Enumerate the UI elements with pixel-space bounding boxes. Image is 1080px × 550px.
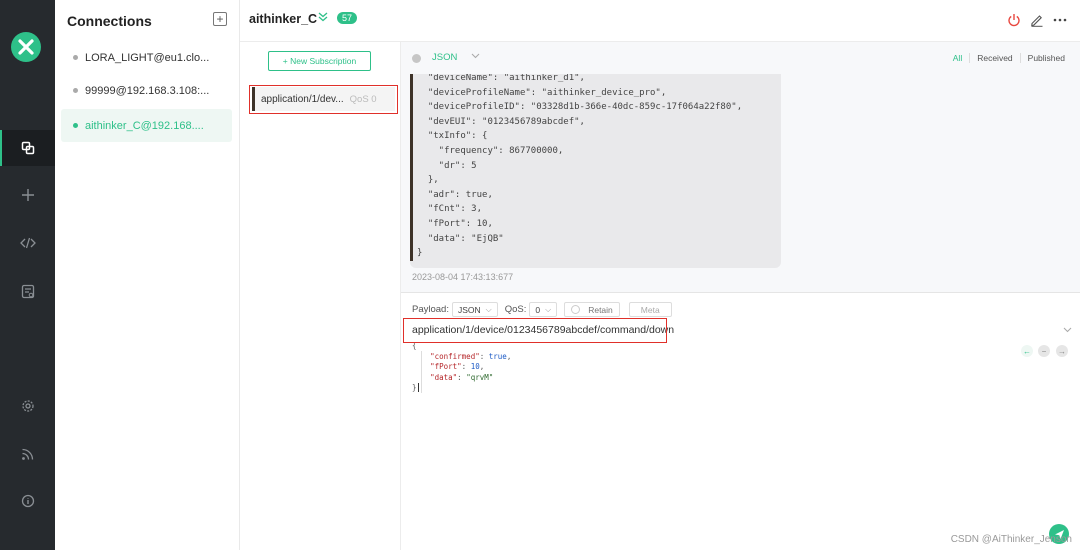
received-message: "deviceName": "aithinker_d1", "devicePro… [410, 74, 781, 268]
connection-item-active[interactable]: aithinker_C@192.168.... [61, 109, 232, 142]
filter-published[interactable]: Published [1019, 53, 1072, 63]
messages-toolbar: JSON All Received Published [401, 42, 1080, 74]
messages-area: "deviceName": "aithinker_d1", "devicePro… [401, 42, 1080, 292]
log-nav-button[interactable] [0, 273, 55, 309]
filter-received[interactable]: Received [969, 53, 1019, 63]
next-history-icon[interactable]: → [1056, 345, 1068, 357]
about-icon [21, 494, 34, 508]
publish-panel: Payload: JSON ⌵ QoS: 0 ⌵ Retain Meta app… [401, 292, 1080, 550]
connections-nav-button[interactable] [0, 130, 55, 166]
editor-line: "fPort": 10, [430, 362, 485, 371]
editor-line: "data": "qrvM" [430, 372, 494, 382]
connection-label: LORA_LIGHT@eu1.clo... [85, 51, 210, 64]
rss-icon [21, 448, 33, 460]
payload-format-value: JSON [457, 304, 481, 315]
publish-topic-input[interactable]: application/1/device/0123456789abcdef/co… [412, 324, 674, 336]
payload-value: 10 [470, 362, 480, 371]
publish-options: Payload: JSON ⌵ QoS: 0 ⌵ Retain Meta [412, 302, 672, 317]
connection-label: aithinker_C@192.168.... [85, 119, 204, 132]
send-icon[interactable] [1049, 524, 1069, 544]
status-dot-icon [73, 88, 78, 93]
payload-key: "data" [430, 372, 458, 382]
message-filter: All Received Published [946, 53, 1072, 63]
connections-icon [21, 141, 34, 155]
side-rail [0, 0, 55, 550]
payload-key: "confirmed" [430, 351, 480, 361]
message-body: "deviceName": "aithinker_d1", "devicePro… [417, 74, 743, 259]
status-dot-icon [412, 54, 421, 63]
new-connection-icon [21, 189, 34, 201]
chevron-down-icon: ⌵ [545, 304, 552, 314]
settings-icon [21, 400, 34, 412]
status-dot-icon [73, 55, 78, 60]
script-nav-button[interactable] [0, 225, 55, 261]
brace-open: { [412, 341, 417, 350]
subscription-item[interactable]: application/1/dev... QoS 0 [252, 87, 395, 111]
editor-guide [421, 351, 422, 393]
subscription-topic: application/1/dev... [261, 93, 344, 105]
qos-label: QoS: [504, 304, 527, 315]
qos-value: 0 [535, 304, 541, 315]
editor-line: } [412, 383, 1012, 394]
meta-button[interactable]: Meta [628, 302, 672, 317]
collapse-chevron-icon[interactable] [318, 12, 328, 25]
chevron-down-icon[interactable] [1063, 325, 1072, 337]
editor-line: "confirmed": true, [430, 351, 512, 361]
message-count-badge: 57 [337, 12, 358, 24]
editor-line: { [412, 341, 1012, 352]
log-icon [21, 284, 34, 298]
new-connection-nav-button[interactable] [0, 177, 55, 213]
payload-label: Payload: [412, 304, 449, 315]
connections-title: Connections [67, 13, 152, 29]
filter-all[interactable]: All [946, 53, 969, 63]
more-icon[interactable] [1052, 12, 1068, 28]
previous-history-icon[interactable]: ← [1021, 345, 1033, 357]
about-nav-button[interactable] [0, 483, 55, 519]
disconnect-icon[interactable] [1006, 12, 1022, 28]
message-timestamp: 2023-08-04 17:43:13:677 [412, 272, 514, 282]
payload-value: true [488, 351, 507, 361]
subscriptions-panel: + New Subscription application/1/dev... … [240, 42, 401, 550]
connection-item[interactable]: 99999@192.168.3.108:... [61, 74, 232, 107]
connection-label: 99999@192.168.3.108:... [85, 84, 210, 97]
message-accent-bar [410, 74, 413, 261]
connection-header: aithinker_C 57 [240, 0, 1080, 42]
status-dot-icon [73, 123, 78, 128]
chevron-down-icon: ⌵ [485, 304, 492, 314]
payload-key: "fPort" [430, 362, 462, 371]
mqttx-window: Connections + LORA_LIGHT@eu1.clo... 9999… [0, 0, 1080, 550]
connections-panel: Connections + LORA_LIGHT@eu1.clo... 9999… [55, 0, 240, 550]
edit-icon[interactable] [1029, 12, 1045, 28]
chevron-down-icon[interactable] [471, 51, 480, 63]
script-icon [19, 237, 36, 249]
checkbox-icon [571, 305, 581, 314]
format-select[interactable]: JSON [432, 52, 457, 63]
connection-item[interactable]: LORA_LIGHT@eu1.clo... [61, 41, 232, 74]
logo-icon [11, 32, 41, 62]
subscription-qos: QoS 0 [349, 93, 377, 105]
payload-editor[interactable]: { "confirmed": true, "fPort": 10, "data"… [412, 341, 1012, 401]
add-connection-icon[interactable]: + [213, 12, 227, 26]
clear-history-icon[interactable]: − [1038, 345, 1050, 357]
new-subscription-button[interactable]: + New Subscription [268, 51, 371, 71]
brace-close: } [412, 383, 417, 392]
payload-value: "qrvM" [466, 372, 494, 382]
retain-label: Retain [588, 304, 613, 315]
payload-format-select[interactable]: JSON ⌵ [451, 302, 498, 317]
settings-nav-button[interactable] [0, 388, 55, 424]
rss-nav-button[interactable] [0, 436, 55, 472]
qos-select[interactable]: 0 ⌵ [529, 302, 558, 317]
connection-title: aithinker_C [249, 12, 318, 26]
retain-checkbox[interactable]: Retain [564, 302, 620, 317]
